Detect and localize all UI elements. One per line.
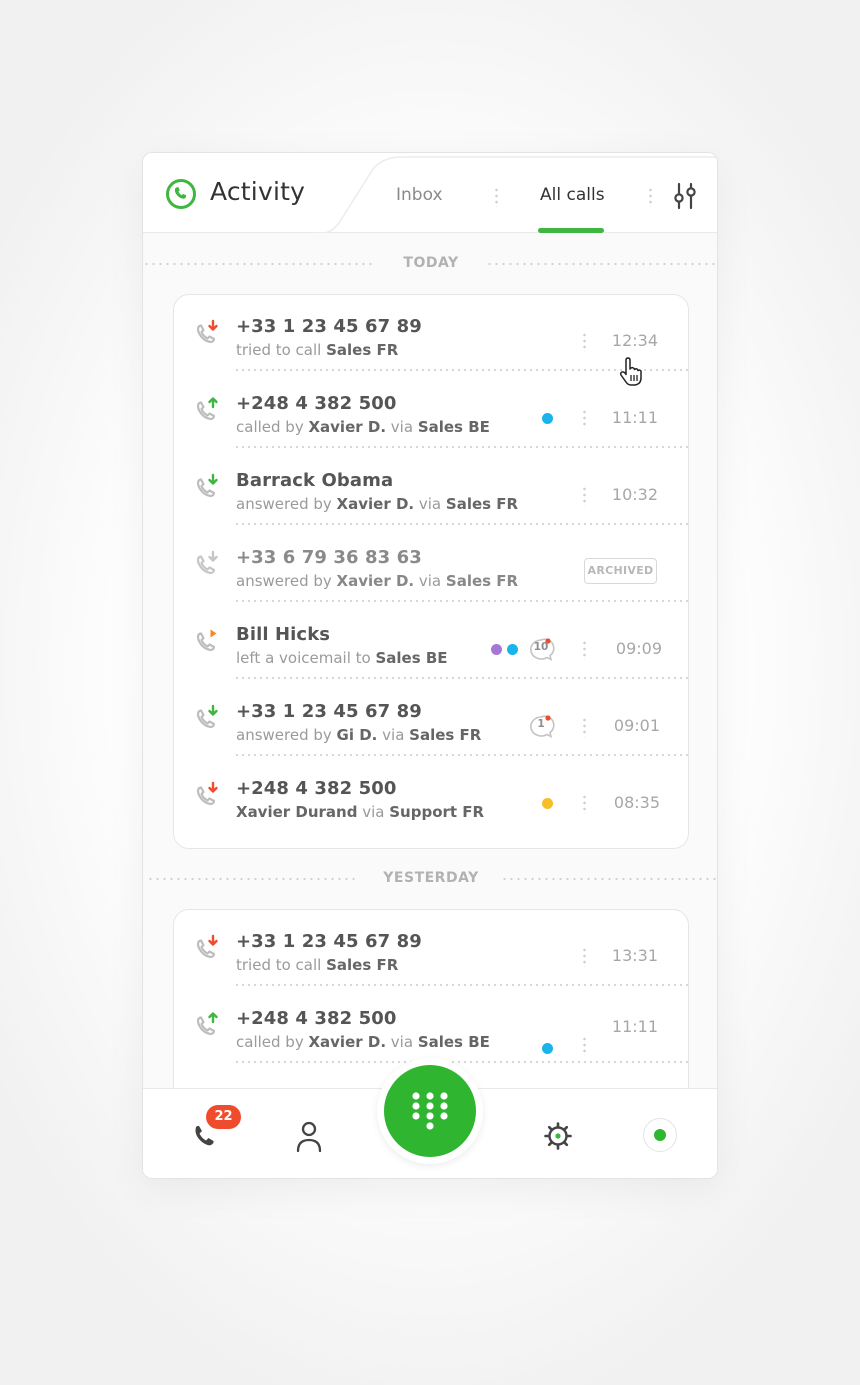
- row-divider: [234, 1061, 690, 1063]
- call-row[interactable]: Barrack Obama answered by Xavier D. via …: [174, 449, 690, 525]
- call-description: tried to call Sales FR: [236, 956, 399, 974]
- call-description: answered by Gi D. via Sales FR: [236, 726, 482, 744]
- tab-separator: [495, 187, 498, 207]
- outgoing-call-icon: [196, 397, 218, 421]
- call-row[interactable]: +33 1 23 45 67 89 answered by Gi D. via …: [174, 680, 690, 756]
- caller-name: +248 4 382 500: [236, 393, 397, 414]
- calls-count-badge: 22: [206, 1105, 241, 1129]
- call-description: Xavier Durand via Support FR: [236, 803, 485, 821]
- call-time: 08:35: [613, 793, 660, 812]
- caller-name: +248 4 382 500: [236, 778, 397, 799]
- call-row[interactable]: +33 1 23 45 67 89 tried to call Sales FR…: [174, 910, 690, 986]
- comments-bubble-icon[interactable]: 10: [528, 638, 556, 662]
- header: Activity Inbox All calls: [143, 153, 717, 233]
- caller-name: Barrack Obama: [236, 470, 394, 491]
- row-menu-icon[interactable]: [583, 640, 586, 660]
- outgoing-call-icon: [196, 1012, 218, 1036]
- call-description: tried to call Sales FR: [236, 341, 399, 359]
- active-tab-indicator: [538, 228, 604, 233]
- row-divider: [234, 446, 690, 448]
- row-divider: [234, 523, 690, 525]
- missed-call-icon: [196, 319, 218, 344]
- section-label: YESTERDAY: [383, 870, 479, 886]
- filter-sliders-icon[interactable]: [671, 182, 699, 210]
- dialpad-grid-icon: [412, 1092, 448, 1130]
- call-row[interactable]: +248 4 382 500 called by Xavier D. via S…: [174, 372, 690, 448]
- call-description: called by Xavier D. via Sales BE: [236, 418, 490, 436]
- call-row-archived[interactable]: +33 6 79 36 83 63 answered by Xavier D. …: [174, 526, 690, 602]
- row-menu-icon[interactable]: [583, 794, 586, 814]
- pointer-cursor-icon: [619, 357, 642, 386]
- dialpad-button[interactable]: [377, 1058, 483, 1164]
- comments-bubble-icon[interactable]: 1: [528, 715, 556, 739]
- call-time: 13:31: [611, 946, 658, 965]
- call-time: 11:11: [611, 408, 658, 427]
- call-time: 12:34: [611, 331, 658, 350]
- call-row[interactable]: Bill Hicks left a voicemail to Sales BE …: [174, 603, 690, 679]
- tag-dot-blue: [542, 1043, 553, 1054]
- header-notch-shape: [313, 156, 717, 233]
- row-divider: [234, 984, 690, 986]
- page-title: Activity: [210, 177, 306, 206]
- tag-dot-purple: [491, 644, 502, 655]
- call-description: left a voicemail to Sales BE: [236, 649, 448, 667]
- call-row[interactable]: +33 1 23 45 67 89 tried to call Sales FR…: [174, 295, 690, 371]
- call-row[interactable]: +248 4 382 500 called by Xavier D. via S…: [174, 987, 690, 1063]
- incoming-call-icon: [196, 473, 218, 498]
- call-description: answered by Xavier D. via Sales FR: [236, 495, 519, 513]
- comments-count: 1: [537, 718, 545, 730]
- section-header-yesterday: YESTERDAY: [143, 869, 717, 889]
- row-divider: [234, 677, 690, 679]
- contacts-person-icon[interactable]: [295, 1120, 323, 1152]
- tab-all-calls[interactable]: All calls: [540, 185, 605, 205]
- availability-status-icon[interactable]: [643, 1118, 677, 1152]
- call-time: 09:01: [613, 716, 660, 735]
- row-menu-icon[interactable]: [583, 409, 586, 429]
- call-time: 10:32: [611, 485, 658, 504]
- row-divider: [234, 600, 690, 602]
- row-menu-icon[interactable]: [583, 947, 586, 967]
- tag-dot-blue: [542, 413, 553, 424]
- app-window: Activity Inbox All calls TODAY +33 1 23 …: [142, 152, 718, 1179]
- calls-card-today: +33 1 23 45 67 89 tried to call Sales FR…: [173, 294, 690, 849]
- caller-name: Bill Hicks: [236, 624, 331, 645]
- phone-logo-icon: [166, 179, 196, 209]
- caller-name: +33 1 23 45 67 89: [236, 701, 422, 722]
- call-description: answered by Xavier D. via Sales FR: [236, 572, 519, 590]
- row-menu-icon[interactable]: [583, 1036, 586, 1056]
- incoming-call-icon: [196, 550, 218, 575]
- caller-name: +33 1 23 45 67 89: [236, 931, 422, 952]
- call-time: 11:11: [611, 1017, 658, 1036]
- section-label: TODAY: [403, 255, 459, 271]
- tab-separator: [649, 187, 652, 207]
- comments-count: 10: [533, 641, 549, 653]
- caller-name: +248 4 382 500: [236, 1008, 397, 1029]
- voicemail-call-icon: [196, 629, 217, 652]
- dialpad-button-fill: [384, 1065, 476, 1157]
- caller-name: +33 6 79 36 83 63: [236, 547, 422, 568]
- row-menu-icon[interactable]: [583, 717, 586, 737]
- bottom-navigation: 22: [143, 1058, 717, 1178]
- archived-badge: ARCHIVED: [584, 558, 657, 584]
- section-header-today: TODAY: [143, 254, 717, 274]
- settings-gear-icon[interactable]: [543, 1121, 573, 1151]
- call-description: called by Xavier D. via Sales BE: [236, 1033, 490, 1051]
- call-row[interactable]: +248 4 382 500 Xavier Durand via Support…: [174, 757, 690, 833]
- caller-name: +33 1 23 45 67 89: [236, 316, 422, 337]
- tag-dot-yellow: [542, 798, 553, 809]
- missed-call-icon: [196, 934, 218, 959]
- row-menu-icon[interactable]: [583, 486, 586, 506]
- call-time: 09:09: [615, 639, 662, 658]
- tab-inbox[interactable]: Inbox: [396, 185, 443, 205]
- row-menu-icon[interactable]: [583, 332, 586, 352]
- incoming-call-icon: [196, 704, 218, 729]
- missed-call-icon: [196, 781, 218, 806]
- tag-dot-blue: [507, 644, 518, 655]
- row-divider: [234, 754, 690, 756]
